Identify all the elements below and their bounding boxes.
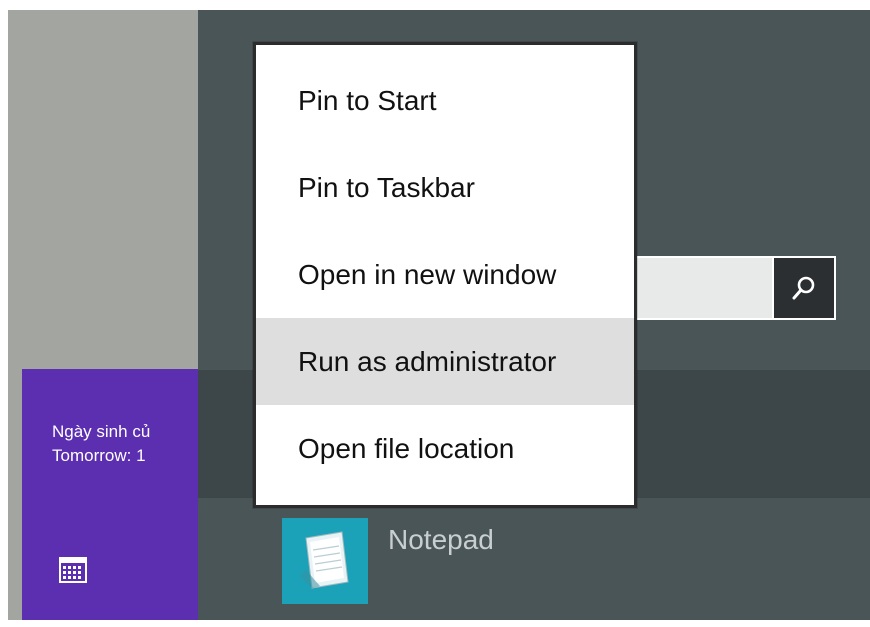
search-box (630, 256, 836, 320)
context-menu: Pin to Start Pin to Taskbar Open in new … (253, 42, 637, 508)
app-item-notepad[interactable]: Notepad (282, 516, 582, 606)
calendar-icon (59, 557, 87, 583)
search-icon (792, 276, 815, 300)
calendar-tile-line1: Ngày sinh củ (52, 422, 151, 441)
start-screen: Ngày sinh củ Tomorrow: 1 Notepad Pin to … (0, 0, 870, 627)
menu-item-pin-to-start[interactable]: Pin to Start (256, 57, 634, 144)
calendar-tile[interactable]: Ngày sinh củ Tomorrow: 1 (22, 369, 198, 620)
calendar-tile-line2: Tomorrow: 1 (52, 446, 146, 465)
menu-item-open-file-location[interactable]: Open file location (256, 405, 634, 492)
search-button[interactable] (774, 258, 834, 318)
menu-item-pin-to-taskbar[interactable]: Pin to Taskbar (256, 144, 634, 231)
menu-item-open-in-new-window[interactable]: Open in new window (256, 231, 634, 318)
menu-item-run-as-administrator[interactable]: Run as administrator (256, 318, 634, 405)
search-input[interactable] (632, 258, 772, 318)
notepad-icon (282, 518, 368, 604)
app-label: Notepad (388, 524, 494, 555)
